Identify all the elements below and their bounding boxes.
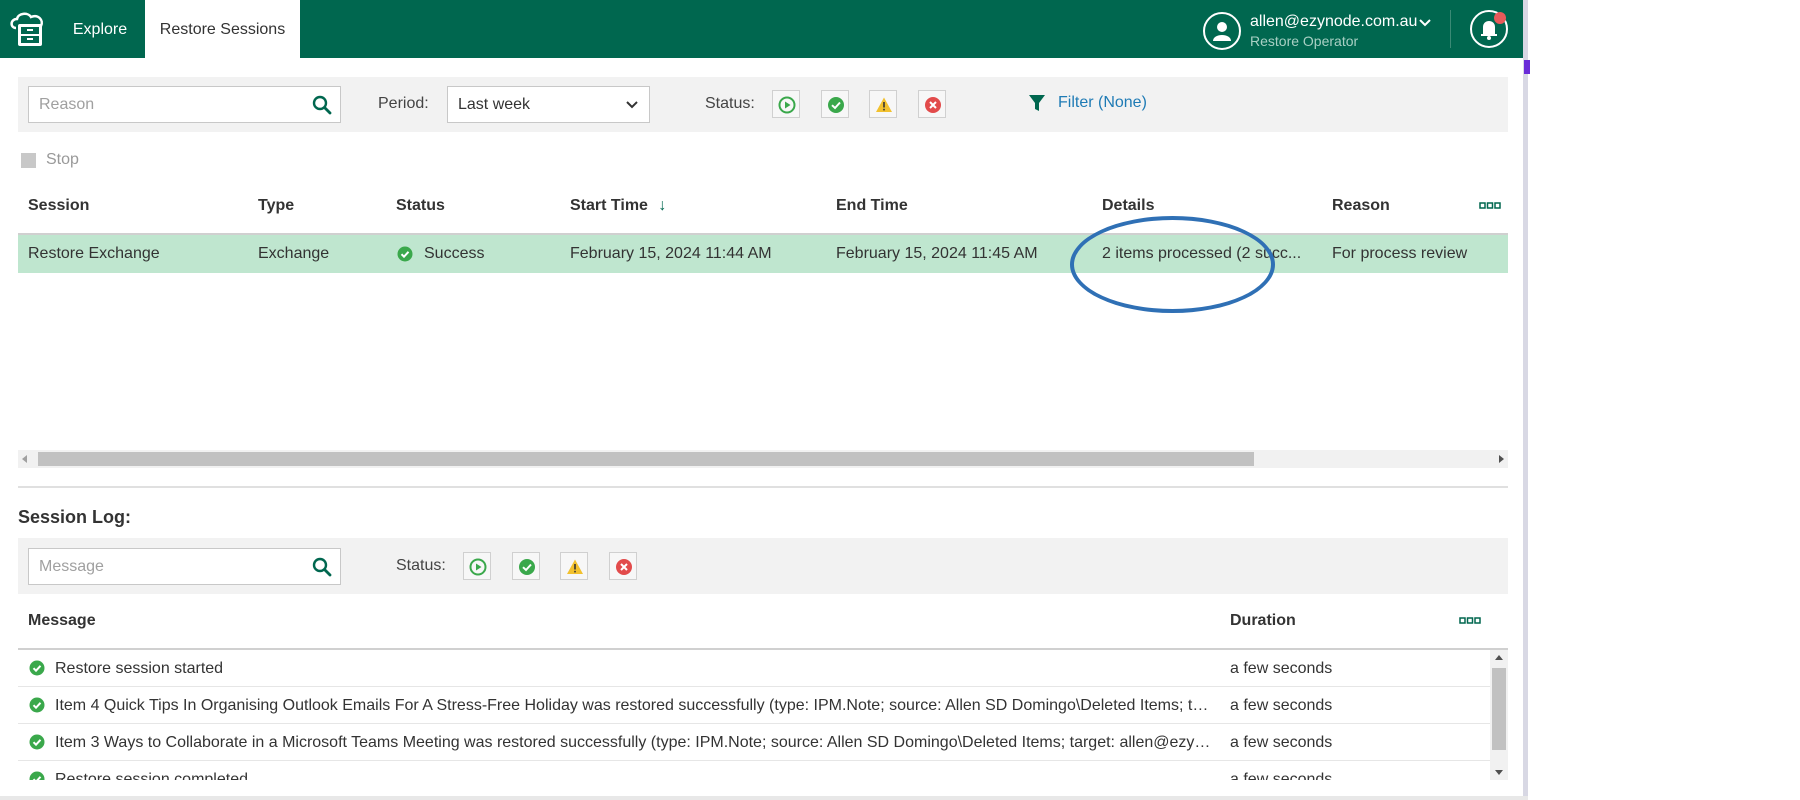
log-status-failed-button[interactable] bbox=[609, 552, 637, 580]
log-duration: a few seconds bbox=[1230, 771, 1333, 780]
cell-details[interactable]: 2 items processed (2 succ... bbox=[1102, 245, 1312, 263]
message-search-input[interactable] bbox=[29, 549, 299, 584]
play-icon bbox=[469, 558, 487, 576]
user-email: allen@ezynode.com.au bbox=[1250, 13, 1418, 30]
cell-type: Exchange bbox=[258, 245, 330, 262]
section-divider bbox=[18, 486, 1508, 488]
stop-label: Stop bbox=[46, 151, 79, 168]
cell-reason: For process review bbox=[1332, 245, 1468, 262]
cell-session: Restore Exchange bbox=[28, 245, 160, 262]
cell-status: Success bbox=[424, 245, 485, 262]
filter-funnel-icon bbox=[1029, 95, 1045, 111]
search-icon[interactable] bbox=[312, 95, 332, 115]
session-log-title: Session Log: bbox=[18, 507, 132, 527]
topbar-divider bbox=[1450, 10, 1451, 48]
success-check-icon bbox=[29, 660, 45, 676]
scrollbar-thumb[interactable] bbox=[38, 452, 1254, 466]
table-row[interactable]: Restore Exchange Exchange Success Februa… bbox=[18, 235, 1508, 273]
col-header-start-time[interactable]: Start Time ↓ bbox=[570, 197, 666, 215]
success-check-icon bbox=[397, 246, 413, 262]
chevron-down-icon bbox=[1419, 19, 1431, 27]
tab-explore[interactable]: Explore bbox=[60, 0, 140, 58]
list-item[interactable]: Restore session started a few seconds bbox=[18, 650, 1490, 687]
log-status-warning-button[interactable] bbox=[560, 552, 588, 580]
tab-restore-sessions[interactable]: Restore Sessions bbox=[145, 0, 300, 58]
cell-end-time: February 15, 2024 11:45 AM bbox=[836, 245, 1038, 262]
log-duration: a few seconds bbox=[1230, 697, 1333, 714]
status-failed-button[interactable] bbox=[918, 90, 946, 118]
success-check-icon bbox=[828, 97, 844, 113]
col-header-reason[interactable]: Reason bbox=[1332, 197, 1390, 215]
period-value: Last week bbox=[458, 96, 531, 113]
reason-search-box bbox=[28, 86, 341, 123]
reason-search-input[interactable] bbox=[29, 87, 299, 122]
log-message: Item 3 Ways to Collaborate in a Microsof… bbox=[55, 734, 1215, 751]
search-icon[interactable] bbox=[312, 557, 332, 577]
column-chooser-icon[interactable] bbox=[1479, 201, 1501, 211]
user-role: Restore Operator bbox=[1250, 33, 1359, 49]
horizontal-scrollbar[interactable] bbox=[18, 450, 1508, 468]
user-icon bbox=[1213, 22, 1231, 41]
log-message: Restore session completed bbox=[55, 771, 248, 780]
status-warning-button[interactable] bbox=[869, 90, 897, 118]
status-success-button[interactable] bbox=[821, 90, 849, 118]
play-icon bbox=[778, 96, 796, 114]
scroll-up-icon[interactable] bbox=[1495, 655, 1503, 660]
scroll-left-icon[interactable] bbox=[22, 455, 27, 463]
col-header-details[interactable]: Details bbox=[1102, 197, 1154, 215]
success-check-icon bbox=[519, 559, 535, 575]
success-check-icon bbox=[29, 734, 45, 750]
col-header-start-time-label: Start Time bbox=[570, 197, 648, 214]
log-status-success-button[interactable] bbox=[512, 552, 540, 580]
log-col-header-duration[interactable]: Duration bbox=[1230, 612, 1296, 630]
success-check-icon bbox=[29, 697, 45, 713]
period-select[interactable]: Last week bbox=[447, 86, 650, 123]
period-label: Period: bbox=[378, 95, 429, 112]
notification-badge bbox=[1494, 12, 1506, 24]
col-header-session[interactable]: Session bbox=[28, 197, 89, 215]
session-log-filter-bar: Status: bbox=[18, 538, 1508, 594]
error-x-icon bbox=[616, 559, 632, 575]
log-status-running-button[interactable] bbox=[463, 552, 491, 580]
list-item[interactable]: Item 4 Quick Tips In Organising Outlook … bbox=[18, 687, 1490, 724]
app-window: Explore Restore Sessions allen@ezynode.c… bbox=[0, 0, 1523, 796]
col-header-end-time[interactable]: End Time bbox=[836, 197, 908, 215]
scrollbar-thumb[interactable] bbox=[1492, 668, 1506, 750]
log-message: Restore session started bbox=[55, 660, 224, 677]
chevron-down-icon bbox=[626, 101, 638, 109]
column-chooser-icon[interactable] bbox=[1459, 616, 1481, 626]
top-bar: Explore Restore Sessions allen@ezynode.c… bbox=[0, 0, 1523, 58]
background-window-accent bbox=[1524, 60, 1530, 74]
cell-start-time: February 15, 2024 11:44 AM bbox=[570, 245, 772, 262]
list-item[interactable]: Item 3 Ways to Collaborate in a Microsof… bbox=[18, 724, 1490, 761]
stop-icon bbox=[21, 153, 36, 168]
filter-link-text: Filter (None) bbox=[1058, 94, 1147, 111]
app-logo-icon[interactable] bbox=[8, 12, 48, 48]
warning-icon bbox=[876, 97, 892, 112]
log-duration: a few seconds bbox=[1230, 734, 1333, 751]
col-header-type[interactable]: Type bbox=[258, 197, 294, 215]
user-menu[interactable]: allen@ezynode.com.au Restore Operator bbox=[1200, 8, 1440, 52]
window-edge bbox=[1523, 0, 1528, 800]
success-check-icon bbox=[29, 771, 45, 780]
sort-desc-icon: ↓ bbox=[658, 197, 667, 214]
session-log-list: Restore session started a few seconds It… bbox=[18, 650, 1490, 780]
list-item[interactable]: Restore session completed a few seconds bbox=[18, 761, 1490, 780]
sessions-filter-bar: Period: Last week Status: Filter (None) bbox=[18, 77, 1508, 132]
message-search-box bbox=[28, 548, 341, 585]
avatar bbox=[1203, 12, 1241, 50]
vertical-scrollbar[interactable] bbox=[1490, 650, 1508, 780]
scroll-down-icon[interactable] bbox=[1495, 770, 1503, 775]
scroll-right-icon[interactable] bbox=[1499, 455, 1504, 463]
error-x-icon bbox=[925, 97, 941, 113]
col-header-status[interactable]: Status bbox=[396, 197, 445, 215]
log-status-label: Status: bbox=[396, 557, 446, 574]
status-running-button[interactable] bbox=[772, 90, 800, 118]
status-label: Status: bbox=[705, 95, 755, 112]
warning-icon bbox=[567, 559, 583, 574]
log-col-header-message[interactable]: Message bbox=[28, 612, 96, 630]
log-message: Item 4 Quick Tips In Organising Outlook … bbox=[55, 697, 1215, 714]
log-duration: a few seconds bbox=[1230, 660, 1333, 677]
window-bottom-edge bbox=[0, 796, 1528, 800]
